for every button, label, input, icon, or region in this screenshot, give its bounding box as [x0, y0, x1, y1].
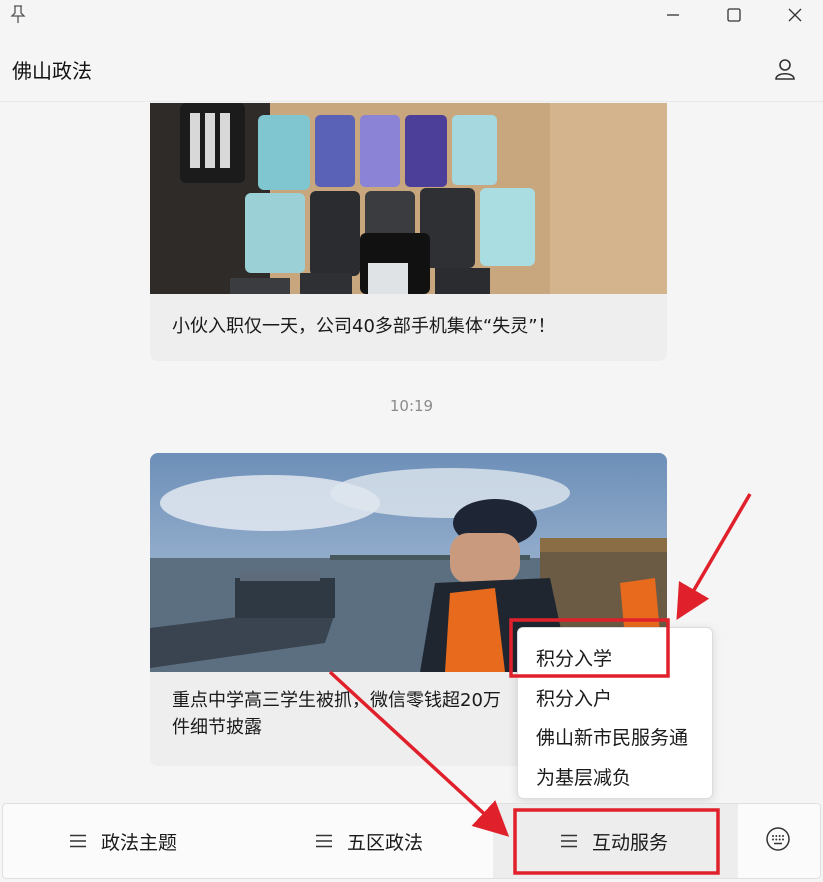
menu-item-points-school-admission[interactable]: 积分入学 — [536, 644, 612, 671]
menu-tab-political-law-topics[interactable]: 政法主题 — [3, 804, 248, 878]
article-title: 小伙入职仅一天，公司40多部手机集体“失灵”！ — [172, 316, 556, 337]
menu-tab-interactive-service[interactable]: 互动服务 — [493, 804, 738, 878]
menu-icon — [316, 834, 332, 848]
menu-icon — [70, 834, 86, 848]
account-title: 佛山政法 — [12, 59, 92, 83]
close-icon[interactable] — [782, 2, 808, 28]
keyboard-icon[interactable] — [763, 824, 793, 854]
menu-icon — [561, 834, 577, 848]
menu-item-grassroots-burden-reduction[interactable]: 为基层减负 — [536, 763, 631, 790]
tab-label: 互动服务 — [592, 831, 669, 854]
article-card[interactable]: 小伙入职仅一天，公司40多部手机集体“失灵”！ — [150, 103, 667, 361]
window-titlebar — [0, 0, 823, 30]
tab-label: 五区政法 — [347, 831, 424, 854]
tab-label: 政法主题 — [101, 831, 178, 854]
maximize-icon[interactable] — [721, 2, 747, 28]
pin-icon[interactable] — [5, 2, 31, 28]
phones-on-table-photo — [150, 103, 667, 294]
menu-item-points-household-registration[interactable]: 积分入户 — [536, 684, 612, 711]
chat-header: 佛山政法 — [0, 30, 823, 102]
bottom-menu-bar: 政法主题 五区政法 互动服务 — [2, 803, 821, 879]
menu-item-new-citizen-service[interactable]: 佛山新市民服务通 — [536, 723, 688, 750]
interactive-service-submenu: 积分入学 积分入户 佛山新市民服务通 为基层减负 — [517, 627, 713, 799]
user-icon[interactable] — [770, 54, 800, 84]
minimize-icon[interactable] — [660, 2, 686, 28]
message-timestamp: 10:19 — [389, 397, 434, 415]
menu-tab-five-districts[interactable]: 五区政法 — [248, 804, 493, 878]
